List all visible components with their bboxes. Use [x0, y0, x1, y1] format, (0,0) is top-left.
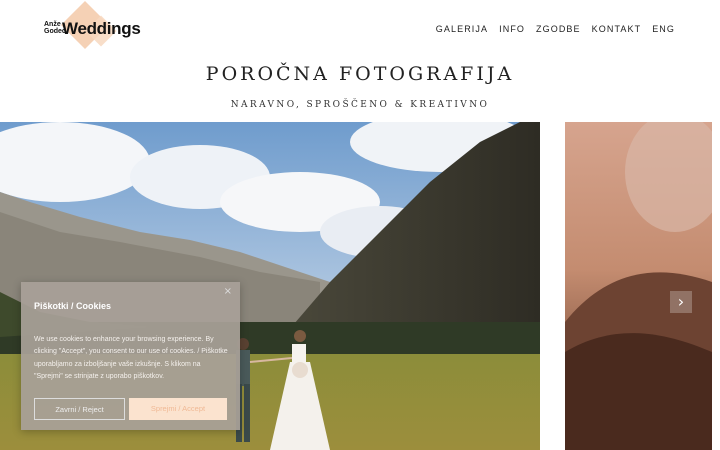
nav-item-info[interactable]: INFO [499, 23, 525, 35]
logo-wordmark: Weddings [62, 19, 141, 38]
main-nav: GALERIJA INFO ZGODBE KONTAKT ENG [436, 23, 675, 35]
page-subtitle: NARAVNO, SPROŠČENO & KREATIVNO [230, 100, 490, 110]
wedding-photo-veil [565, 122, 712, 450]
close-icon[interactable]: × [224, 286, 232, 298]
cookie-consent-dialog: × Piškotki / Cookies We use cookies to e… [21, 282, 240, 430]
nav-item-language[interactable]: ENG [652, 23, 675, 35]
cookie-message: We use cookies to enhance your browsing … [34, 336, 228, 380]
cookie-accept-button[interactable]: Sprejmi / Accept [129, 398, 227, 420]
nav-item-galerija[interactable]: GALERIJA [436, 23, 488, 35]
chevron-right-icon: › [677, 292, 685, 311]
gallery-slide-next[interactable] [565, 122, 712, 450]
gallery-next-button[interactable]: › [670, 291, 692, 313]
site-logo[interactable]: Anže Godec Weddings [44, 0, 141, 54]
logo-first-name: Anže [44, 21, 61, 28]
nav-item-zgodbe[interactable]: ZGODBE [536, 23, 581, 35]
page-title: POROČNA FOTOGRAFIJA [205, 63, 515, 85]
cookie-reject-button[interactable]: Zavrni / Reject [34, 398, 125, 420]
site-header: Anže Godec Weddings GALERIJA INFO ZGODBE… [0, 0, 720, 60]
nav-item-kontakt[interactable]: KONTAKT [592, 23, 642, 35]
cookie-title: Piškotki / Cookies [34, 301, 112, 311]
logo-owner-name: Anže Godec [44, 21, 66, 35]
logo-last-name: Godec [44, 28, 66, 35]
